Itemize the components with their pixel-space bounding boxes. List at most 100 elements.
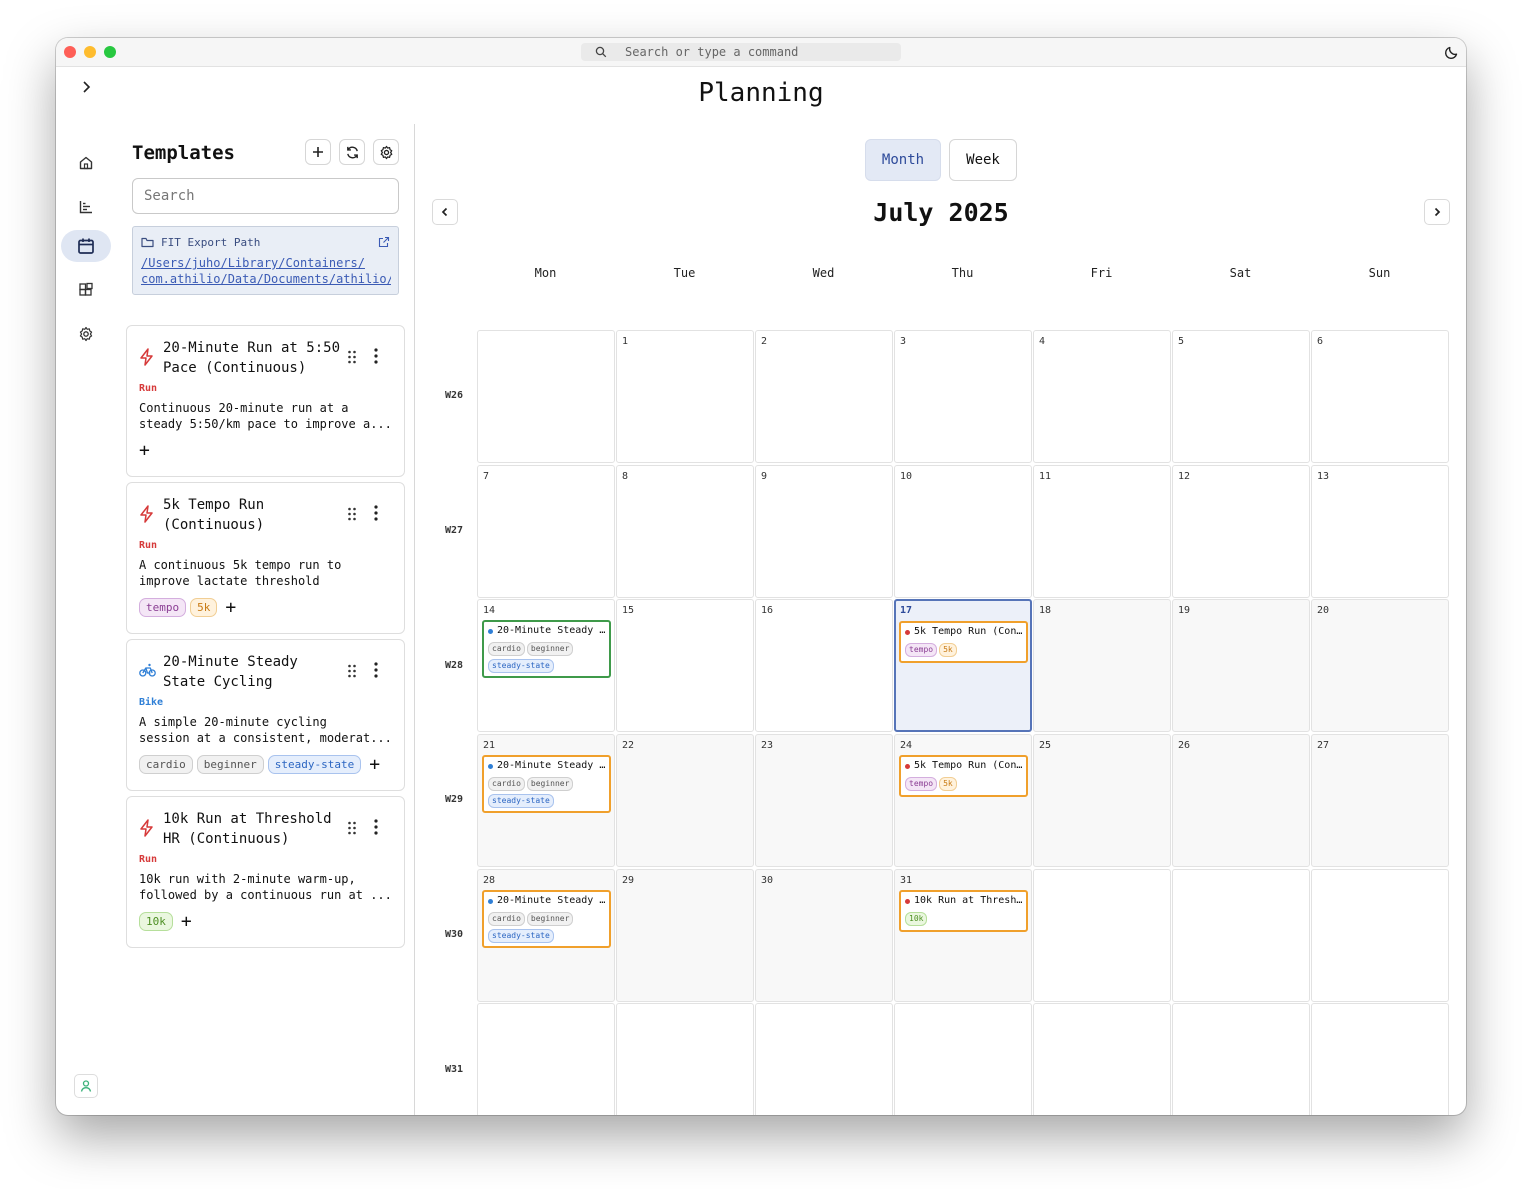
day-cell[interactable]: 19 <box>1172 599 1310 732</box>
nav-settings[interactable] <box>61 318 111 350</box>
tag-chip[interactable]: 10k <box>139 912 173 931</box>
weekday-header: Sat <box>1229 266 1252 280</box>
day-cell[interactable]: 7 <box>477 465 615 598</box>
external-link-icon[interactable] <box>378 236 390 248</box>
day-cell[interactable]: 1 <box>616 330 754 463</box>
day-cell[interactable] <box>1172 1003 1310 1115</box>
day-cell[interactable] <box>894 1003 1032 1115</box>
add-template-button[interactable] <box>305 139 331 165</box>
day-cell[interactable]: 28 20-Minute Steady State Cycling cardio… <box>477 869 615 1002</box>
day-cell[interactable]: 31 10k Run at Threshold HR (Continuous) … <box>894 869 1032 1002</box>
add-tag-button[interactable]: + <box>181 912 192 931</box>
drag-handle-icon[interactable] <box>347 664 357 678</box>
day-cell[interactable]: 26 <box>1172 734 1310 867</box>
day-cell[interactable]: 24 5k Tempo Run (Continuous) tempo 5k <box>894 734 1032 867</box>
day-cell[interactable]: 3 <box>894 330 1032 463</box>
day-cell[interactable]: 30 <box>755 869 893 1002</box>
app-window: Search or type a command Planning Templa… <box>56 38 1466 1115</box>
day-cell[interactable]: 8 <box>616 465 754 598</box>
sport-label: Bike <box>139 697 164 708</box>
day-cell[interactable] <box>1311 1003 1449 1115</box>
day-cell[interactable] <box>1172 869 1310 1002</box>
user-profile-button[interactable] <box>74 1074 98 1098</box>
tag-chip[interactable]: 5k <box>190 598 218 617</box>
day-cell[interactable]: 9 <box>755 465 893 598</box>
add-tag-button[interactable]: + <box>369 755 380 774</box>
day-cell[interactable] <box>1033 869 1171 1002</box>
day-cell[interactable] <box>477 1003 615 1115</box>
nav-analytics[interactable] <box>61 191 111 223</box>
day-cell-today[interactable]: 17 5k Tempo Run (Continuous) tempo 5k <box>894 599 1032 732</box>
fit-export-label: FIT Export Path <box>161 236 261 249</box>
month-view-button[interactable]: Month <box>865 139 941 181</box>
more-options-icon[interactable] <box>373 819 379 835</box>
template-card[interactable]: 20-Minute Steady State Cycling Bike A sim… <box>126 639 405 791</box>
day-cell[interactable]: 2 <box>755 330 893 463</box>
template-card[interactable]: 20-Minute Run at 5:50 Pace (Continuous) R… <box>126 325 405 477</box>
day-cell[interactable]: 14 20-Minute Steady State Cycling cardio… <box>477 599 615 732</box>
day-cell[interactable]: 21 20-Minute Steady State Cycling cardio… <box>477 734 615 867</box>
day-cell[interactable]: 22 <box>616 734 754 867</box>
calendar-event-planned[interactable]: 20-Minute Steady State Cycling cardio be… <box>482 890 611 948</box>
template-settings-button[interactable] <box>373 139 399 165</box>
day-cell[interactable]: 15 <box>616 599 754 732</box>
tag-chip[interactable]: steady-state <box>267 755 362 774</box>
template-card[interactable]: 5k Tempo Run (Continuous) Run A continuou… <box>126 482 405 634</box>
tag-chip[interactable]: beginner <box>196 755 264 774</box>
day-cell[interactable]: 16 <box>755 599 893 732</box>
more-options-icon[interactable] <box>373 662 379 678</box>
minimize-window-button[interactable] <box>84 46 96 58</box>
day-cell[interactable]: 4 <box>1033 330 1171 463</box>
drag-handle-icon[interactable] <box>347 507 357 521</box>
day-cell[interactable]: 27 <box>1311 734 1449 867</box>
next-month-button[interactable] <box>1424 199 1450 225</box>
calendar-event-planned[interactable]: 20-Minute Steady State Cycling cardio be… <box>482 755 611 813</box>
day-cell[interactable]: 6 <box>1311 330 1449 463</box>
event-tags: tempo 5k <box>905 777 1025 791</box>
day-cell[interactable]: 18 <box>1033 599 1171 732</box>
drag-handle-icon[interactable] <box>347 350 357 364</box>
day-cell[interactable]: 11 <box>1033 465 1171 598</box>
day-cell[interactable] <box>477 330 615 463</box>
theme-toggle-button[interactable] <box>1444 44 1460 60</box>
day-cell[interactable]: 5 <box>1172 330 1310 463</box>
nav-home[interactable] <box>61 147 111 179</box>
tag-chip[interactable]: tempo <box>139 598 187 617</box>
more-options-icon[interactable] <box>373 505 379 521</box>
maximize-window-button[interactable] <box>104 46 116 58</box>
day-cell[interactable] <box>1033 1003 1171 1115</box>
user-icon <box>80 1080 92 1092</box>
refresh-templates-button[interactable] <box>339 139 365 165</box>
day-cell[interactable] <box>755 1003 893 1115</box>
weekday-header: Thu <box>951 266 974 280</box>
week-view-button[interactable]: Week <box>949 139 1017 181</box>
day-cell[interactable] <box>616 1003 754 1115</box>
calendar-event-planned[interactable]: 5k Tempo Run (Continuous) tempo 5k <box>899 755 1028 797</box>
calendar-icon <box>78 238 94 254</box>
template-card[interactable]: 10k Run at Threshold HR (Continuous) Run … <box>126 796 405 948</box>
nav-workouts[interactable] <box>61 274 111 306</box>
templates-title: Templates <box>132 142 235 164</box>
add-tag-button[interactable]: + <box>139 442 150 460</box>
day-cell[interactable] <box>1311 869 1449 1002</box>
day-cell[interactable]: 29 <box>616 869 754 1002</box>
day-cell[interactable]: 23 <box>755 734 893 867</box>
fit-export-path-line2: com.athilio/Data/Documents/athilio/Gar..… <box>141 272 391 286</box>
day-cell[interactable]: 10 <box>894 465 1032 598</box>
day-cell[interactable]: 20 <box>1311 599 1449 732</box>
day-cell[interactable]: 25 <box>1033 734 1171 867</box>
drag-handle-icon[interactable] <box>347 821 357 835</box>
calendar-event-completed[interactable]: 20-Minute Steady State Cycling cardio be… <box>482 620 611 678</box>
nav-planning[interactable] <box>61 230 111 262</box>
command-search-bar[interactable]: Search or type a command <box>581 43 901 61</box>
tag-chip[interactable]: cardio <box>139 755 193 774</box>
more-options-icon[interactable] <box>373 348 379 364</box>
add-tag-button[interactable]: + <box>225 598 236 617</box>
day-cell[interactable]: 13 <box>1311 465 1449 598</box>
close-window-button[interactable] <box>64 46 76 58</box>
calendar-event-planned[interactable]: 5k Tempo Run (Continuous) tempo 5k <box>899 621 1028 663</box>
calendar-event-planned[interactable]: 10k Run at Threshold HR (Continuous) 10k <box>899 890 1028 932</box>
template-search-input[interactable] <box>132 178 399 214</box>
day-cell[interactable]: 12 <box>1172 465 1310 598</box>
fit-export-path-link[interactable]: /Users/juho/Library/Containers/ com.athi… <box>141 255 391 287</box>
